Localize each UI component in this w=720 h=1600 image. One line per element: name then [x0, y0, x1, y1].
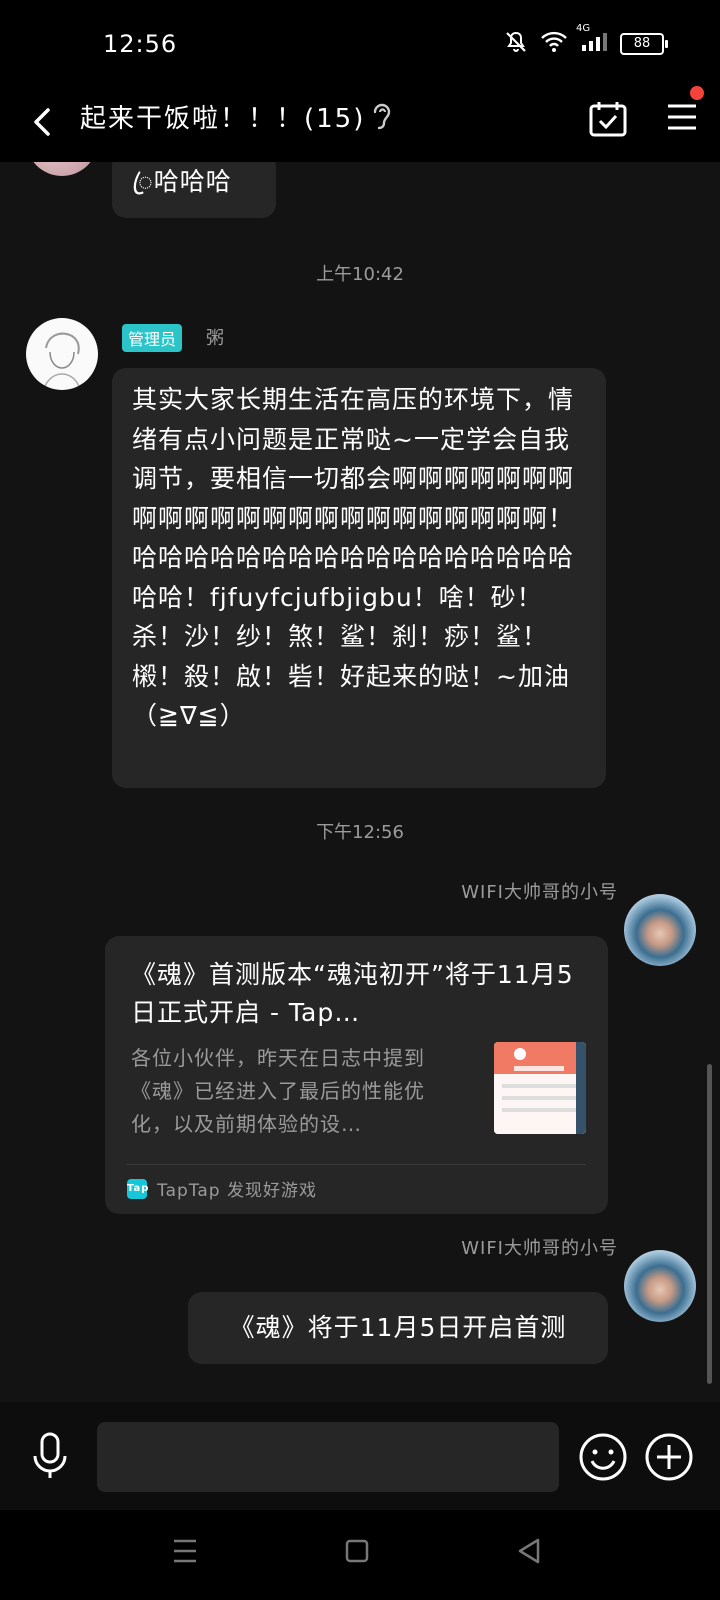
- card-title: 《魂》首测版本“魂沌初开”将于11月5日正式开启 - Tap…: [131, 960, 574, 1027]
- message-text: 《魂》将于11月5日开启首测: [229, 1313, 567, 1342]
- menu-icon[interactable]: [666, 102, 698, 136]
- admin-badge: 管理员: [122, 324, 183, 352]
- nav-back-icon[interactable]: [516, 1536, 542, 1570]
- group-title: 起来干饭啦！！！(15): [80, 104, 366, 134]
- message-bubble[interactable]: 《魂》将于11月5日开启首测: [188, 1292, 608, 1364]
- message-bubble[interactable]: ꦿ哈哈哈: [112, 162, 276, 218]
- battery-icon: 88: [620, 33, 668, 55]
- microphone-icon[interactable]: [30, 1432, 70, 1484]
- avatar[interactable]: [26, 318, 98, 390]
- notification-dot: [690, 86, 704, 100]
- mute-icon: [504, 30, 528, 58]
- recent-apps-icon[interactable]: [172, 1536, 198, 1570]
- avatar-sketch-icon: [43, 332, 81, 390]
- card-source: Tap TapTap 发现好游戏: [127, 1176, 317, 1201]
- card-thumbnail: [494, 1042, 586, 1134]
- message-input[interactable]: [97, 1422, 559, 1492]
- wifi-icon: [540, 31, 568, 57]
- calendar-check-icon[interactable]: [588, 100, 628, 142]
- plus-icon[interactable]: [644, 1432, 694, 1486]
- home-icon[interactable]: [344, 1536, 370, 1570]
- sender-name: WIFI大帅哥的小号: [461, 882, 618, 903]
- chat-area[interactable]: ꦿ哈哈哈 上午10:42 管理员 粥 其实大家长期生活在高压的环境下，情绪有点小…: [0, 162, 720, 1402]
- network-type: 4G: [576, 23, 591, 34]
- timestamp: 上午10:42: [316, 264, 404, 285]
- status-bar: 12:56 4G 88: [0, 0, 720, 92]
- system-nav-bar: [0, 1510, 720, 1600]
- link-card[interactable]: 《魂》首测版本“魂沌初开”将于11月5日正式开启 - Tap… 各位小伙伴，昨天…: [105, 936, 608, 1214]
- avatar[interactable]: [624, 1250, 696, 1322]
- status-time: 12:56: [103, 30, 178, 58]
- card-source-text: TapTap 发现好游戏: [157, 1181, 317, 1201]
- message-text: ꦿ哈哈哈: [132, 167, 232, 196]
- card-divider: [127, 1164, 586, 1165]
- message-text: 其实大家长期生活在高压的环境下，情绪有点小问题是正常哒~一定学会自我调节，要相信…: [132, 385, 575, 730]
- avatar[interactable]: [26, 162, 98, 176]
- avatar[interactable]: [624, 894, 696, 966]
- status-icons: 4G 88: [504, 23, 668, 58]
- sender-name: WIFI大帅哥的小号: [461, 1238, 618, 1259]
- scrollbar[interactable]: [707, 1064, 712, 1384]
- emoji-icon[interactable]: [578, 1432, 628, 1486]
- timestamp: 下午12:56: [316, 822, 404, 843]
- signal-icon: 4G: [576, 23, 608, 57]
- chat-header: 起来干饭啦！！！(15): [0, 86, 720, 162]
- input-bar: [0, 1402, 720, 1510]
- sender-name: 粥: [206, 328, 225, 349]
- taptap-icon: Tap: [127, 1178, 148, 1199]
- card-description: 各位小伙伴，昨天在日志中提到《魂》已经进入了最后的性能优化，以及前期体验的设…: [131, 1046, 425, 1136]
- thumbnail-image-icon: [494, 1042, 586, 1134]
- ear-icon[interactable]: [368, 100, 394, 136]
- message-bubble[interactable]: 其实大家长期生活在高压的环境下，情绪有点小问题是正常哒~一定学会自我调节，要相信…: [112, 368, 606, 788]
- back-arrow-icon[interactable]: [28, 102, 58, 142]
